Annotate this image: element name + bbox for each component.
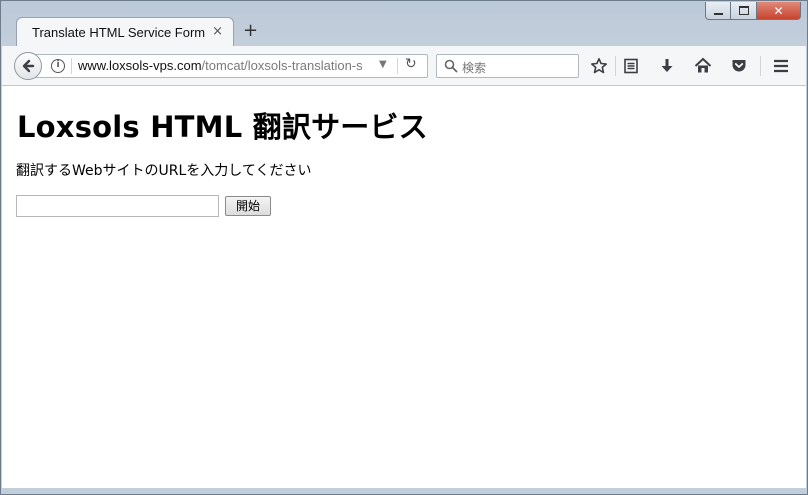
search-icon bbox=[444, 59, 458, 73]
url-divider bbox=[71, 58, 72, 74]
page-title: Loxsols HTML 翻訳サービス bbox=[17, 110, 428, 144]
new-tab-button[interactable]: + bbox=[243, 20, 258, 42]
url-path: /tomcat/loxsols-translation-s bbox=[201, 58, 363, 73]
minimize-button[interactable] bbox=[705, 2, 731, 20]
address-bar[interactable]: i www.loxsols-vps.com/tomcat/loxsols-tra… bbox=[30, 54, 428, 78]
menu-icon[interactable] bbox=[772, 57, 790, 75]
close-icon: ✕ bbox=[773, 3, 784, 18]
start-button[interactable]: 開始 bbox=[225, 196, 271, 216]
instruction-text: 翻訳するWebサイトのURLを入力してください bbox=[16, 163, 312, 179]
maximize-icon bbox=[738, 6, 749, 15]
navigation-toolbar: i www.loxsols-vps.com/tomcat/loxsols-tra… bbox=[2, 46, 806, 86]
back-icon bbox=[22, 59, 35, 73]
url-host: www.loxsols-vps.com bbox=[78, 58, 202, 73]
bookmark-star-icon[interactable] bbox=[590, 57, 608, 75]
maximize-button[interactable] bbox=[731, 2, 757, 20]
tab-active[interactable]: Translate HTML Service Form × bbox=[16, 17, 234, 47]
url-text[interactable]: www.loxsols-vps.com/tomcat/loxsols-trans… bbox=[78, 58, 374, 73]
search-placeholder: 検索 bbox=[462, 61, 487, 75]
url-input[interactable] bbox=[16, 195, 219, 217]
browser-window: ✕ Translate HTML Service Form × + i www.… bbox=[0, 0, 808, 495]
page-content: Loxsols HTML 翻訳サービス 翻訳するWebサイトのURLを入力してく… bbox=[2, 86, 806, 488]
home-icon[interactable] bbox=[694, 57, 712, 75]
reload-icon[interactable]: ↻ bbox=[405, 56, 417, 72]
url-separator bbox=[397, 58, 398, 74]
dropdown-icon[interactable]: ▼ bbox=[379, 59, 387, 70]
download-icon[interactable] bbox=[658, 57, 676, 75]
tab-title: Translate HTML Service Form bbox=[32, 25, 206, 40]
toolbar-separator bbox=[760, 56, 761, 76]
reading-list-icon[interactable] bbox=[622, 57, 640, 75]
window-caption-buttons: ✕ bbox=[705, 2, 801, 20]
tab-close-icon[interactable]: × bbox=[212, 24, 223, 39]
back-button[interactable] bbox=[14, 52, 42, 80]
toolbar-separator bbox=[615, 56, 616, 76]
close-window-button[interactable]: ✕ bbox=[757, 2, 801, 20]
pocket-icon[interactable] bbox=[730, 57, 748, 75]
minimize-icon bbox=[713, 12, 723, 15]
search-bar[interactable]: 検索 bbox=[436, 54, 579, 78]
info-icon[interactable]: i bbox=[51, 59, 65, 73]
